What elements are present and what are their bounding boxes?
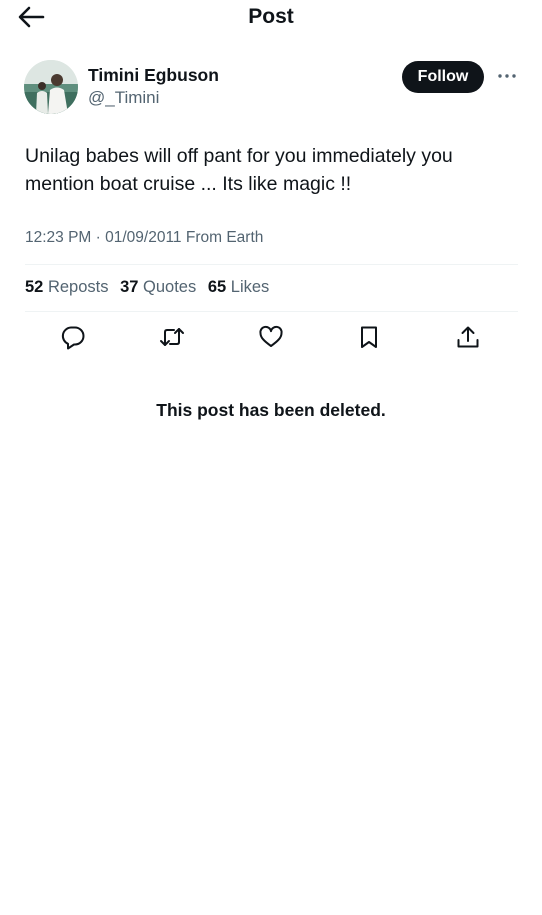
post-detail-page: Post Timini Egbuson @_Timini Follow Unil… [0, 0, 542, 915]
like-icon[interactable] [258, 324, 286, 352]
quotes-stat[interactable]: 37 Quotes [120, 278, 196, 296]
bookmark-icon[interactable] [356, 324, 384, 352]
reply-icon[interactable] [60, 324, 88, 352]
share-icon[interactable] [455, 324, 483, 352]
engagement-stats: 52 Reposts 37 Quotes 65 Likes [25, 278, 276, 297]
follow-button[interactable]: Follow [402, 61, 484, 93]
likes-count: 65 [207, 278, 227, 296]
reposts-label: Reposts [47, 278, 109, 296]
repost-icon[interactable] [159, 324, 187, 352]
divider [25, 264, 518, 265]
post-text: Unilag babes will off pant for you immed… [25, 142, 505, 198]
deleted-notice: This post has been deleted. [156, 400, 386, 420]
more-horizontal-icon[interactable] [496, 67, 518, 85]
post-meta[interactable]: 12:23 PM · 01/09/2011 From Earth [25, 229, 263, 247]
reposts-count: 52 [25, 278, 44, 296]
page-title: Post [248, 5, 294, 28]
quotes-count: 37 [120, 278, 139, 296]
divider [25, 311, 518, 312]
author-row: Timini Egbuson @_Timini Follow [24, 58, 518, 114]
post-text-line: Unilag babes will off pant for you immed… [25, 145, 453, 167]
avatar[interactable] [24, 60, 78, 114]
likes-stat[interactable]: 65 Likes [208, 278, 269, 296]
author-name[interactable]: Timini Egbuson [88, 65, 219, 86]
post-text-line: mention boat cruise ... Its like magic !… [25, 173, 352, 195]
reposts-stat[interactable]: 52 Reposts [25, 278, 108, 296]
action-bar [0, 324, 542, 354]
header: Post [0, 0, 542, 36]
quotes-label: Quotes [143, 278, 197, 296]
likes-label: Likes [230, 278, 270, 296]
author-handle[interactable]: @_Timini [88, 88, 159, 108]
